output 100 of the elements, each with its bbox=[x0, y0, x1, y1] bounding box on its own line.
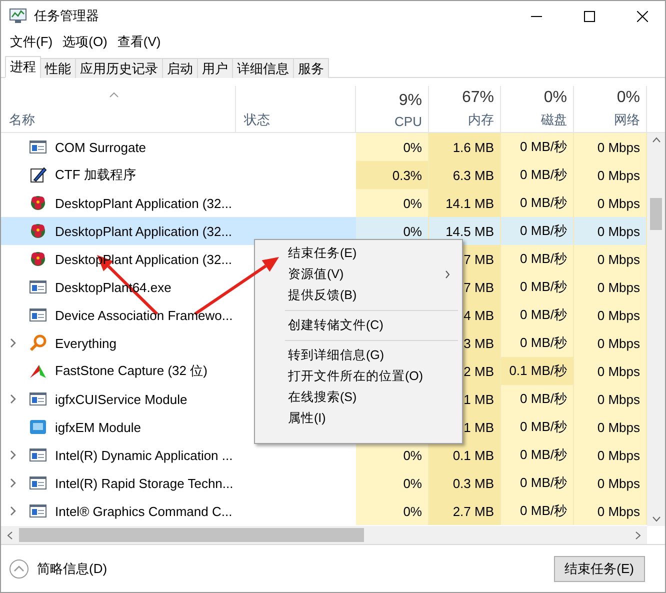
end-task-button[interactable]: 结束任务(E) bbox=[554, 556, 645, 582]
table-cell: 0% bbox=[356, 133, 429, 161]
usage-percent: 0% bbox=[544, 89, 567, 107]
scroll-left-icon[interactable] bbox=[7, 530, 13, 540]
window-icon bbox=[29, 390, 47, 408]
flower-icon bbox=[29, 250, 47, 268]
process-name: Device Association Framewo... bbox=[55, 308, 233, 322]
column-label: 磁盘 bbox=[541, 111, 567, 129]
table-cell: 0 MB/秒 bbox=[501, 469, 574, 497]
column-label: 内存 bbox=[468, 111, 494, 129]
name-cell[interactable]: DesktopPlant Application (32... bbox=[1, 217, 356, 245]
table-cell: 0 MB/秒 bbox=[501, 273, 574, 301]
window-icon bbox=[29, 306, 47, 324]
tab[interactable]: 详细信息 bbox=[232, 58, 294, 78]
usage-percent: 9% bbox=[398, 92, 422, 110]
table-cell: 0 MB/秒 bbox=[501, 441, 574, 469]
scroll-right-icon[interactable] bbox=[635, 530, 641, 540]
expand-chevron-icon[interactable] bbox=[9, 505, 17, 517]
expand-chevron-icon[interactable] bbox=[9, 393, 17, 405]
magnifier-icon bbox=[29, 334, 47, 352]
table-cell: 0 Mbps bbox=[574, 469, 647, 497]
window-icon bbox=[29, 278, 47, 296]
details-toggle[interactable]: 简略信息(D) bbox=[9, 558, 108, 578]
scroll-down-icon[interactable] bbox=[652, 516, 660, 522]
name-cell[interactable]: Intel(R) Rapid Storage Techn... bbox=[1, 469, 356, 497]
vertical-scrollbar[interactable] bbox=[647, 133, 665, 526]
window-icon bbox=[29, 446, 47, 464]
tab[interactable]: 应用历史记录 bbox=[75, 58, 163, 78]
column-header[interactable]: 0% 网络 bbox=[574, 86, 647, 132]
scrollbar-thumb[interactable] bbox=[650, 198, 662, 230]
tab[interactable]: 性能 bbox=[40, 58, 76, 78]
table-cell: 0 Mbps bbox=[574, 385, 647, 413]
table-cell: 0 Mbps bbox=[574, 133, 647, 161]
name-cell[interactable]: CTF 加载程序 bbox=[1, 161, 356, 189]
process-name: CTF 加载程序 bbox=[55, 166, 136, 184]
window-icon bbox=[29, 138, 47, 156]
process-name: Intel(R) Rapid Storage Techn... bbox=[55, 476, 234, 490]
process-name: DesktopPlant Application (32... bbox=[55, 196, 232, 210]
collapse-chevron-icon[interactable] bbox=[9, 558, 29, 578]
flower-icon bbox=[29, 194, 47, 212]
column-header[interactable]: 0% 磁盘 bbox=[501, 86, 574, 132]
tab[interactable]: 启动 bbox=[162, 58, 198, 78]
table-cell: 0 MB/秒 bbox=[501, 217, 574, 245]
column-header[interactable]: 状态 bbox=[236, 86, 356, 132]
table-cell: 0 Mbps bbox=[574, 301, 647, 329]
scrollbar-thumb[interactable] bbox=[19, 528, 364, 542]
table-cell: 0 MB/秒 bbox=[501, 385, 574, 413]
monitor-icon bbox=[29, 418, 47, 436]
submenu-chevron-icon bbox=[445, 270, 450, 279]
table-cell: 0 MB/秒 bbox=[501, 161, 574, 189]
scroll-up-icon[interactable] bbox=[652, 137, 660, 143]
menu-item[interactable]: 查看(V) bbox=[112, 31, 166, 53]
name-cell[interactable]: Intel® Graphics Command C... bbox=[1, 497, 356, 525]
usage-percent: 0% bbox=[616, 89, 640, 107]
pen-icon bbox=[29, 166, 47, 184]
expand-chevron-icon[interactable] bbox=[9, 337, 17, 349]
table-cell: 0 Mbps bbox=[574, 189, 647, 217]
table-cell: 0.1 MB bbox=[429, 441, 501, 469]
name-cell[interactable]: DesktopPlant Application (32... bbox=[1, 189, 356, 217]
table-cell: 0 MB/秒 bbox=[501, 329, 574, 357]
table-cell: 0 Mbps bbox=[574, 413, 647, 441]
tab[interactable]: 用户 bbox=[197, 58, 233, 78]
table-cell: 0 MB/秒 bbox=[501, 413, 574, 441]
table-cell: 0 Mbps bbox=[574, 497, 647, 525]
process-name: Intel(R) Dynamic Application ... bbox=[55, 448, 233, 462]
table-cell: 1.6 MB bbox=[429, 133, 501, 161]
table-cell: 0 Mbps bbox=[574, 441, 647, 469]
menu-item[interactable]: 文件(F) bbox=[5, 31, 58, 53]
table-cell: 6.3 MB bbox=[429, 161, 501, 189]
tab[interactable]: 进程 bbox=[5, 56, 41, 78]
expand-chevron-icon[interactable] bbox=[9, 477, 17, 489]
table-cell: 0% bbox=[356, 189, 429, 217]
process-name: DesktopPlant Application (32... bbox=[55, 224, 232, 238]
usage-percent: 67% bbox=[462, 89, 494, 107]
name-cell[interactable]: COM Surrogate bbox=[1, 133, 356, 161]
table-cell: 0 MB/秒 bbox=[501, 133, 574, 161]
tab[interactable]: 服务 bbox=[293, 58, 329, 78]
name-cell[interactable]: Intel(R) Dynamic Application ... bbox=[1, 441, 356, 469]
maximize-icon bbox=[584, 10, 594, 22]
table-cell: 0 Mbps bbox=[574, 161, 647, 189]
process-name: igfxCUIService Module bbox=[55, 392, 188, 406]
column-label: 名称 bbox=[9, 111, 35, 129]
table-cell: 14.1 MB bbox=[429, 189, 501, 217]
table-cell: 0 Mbps bbox=[574, 217, 647, 245]
table-cell: 0 MB/秒 bbox=[501, 189, 574, 217]
window-icon bbox=[29, 474, 47, 492]
flower-icon bbox=[29, 222, 47, 240]
column-header[interactable]: 名称 bbox=[1, 86, 236, 132]
sort-caret-icon bbox=[109, 92, 119, 98]
table-cell: 0 Mbps bbox=[574, 329, 647, 357]
table-cell: 2.7 MB bbox=[429, 497, 501, 525]
close-icon bbox=[636, 10, 648, 22]
column-header[interactable]: 9% CPU bbox=[356, 86, 429, 132]
menu-item[interactable]: 选项(O) bbox=[58, 31, 112, 53]
column-header[interactable]: 67% 内存 bbox=[429, 86, 501, 132]
table-cell: 0 Mbps bbox=[574, 357, 647, 385]
app-icon bbox=[9, 8, 27, 24]
horizontal-scrollbar[interactable] bbox=[1, 526, 647, 544]
expand-chevron-icon[interactable] bbox=[9, 449, 17, 461]
process-name: COM Surrogate bbox=[55, 140, 146, 154]
